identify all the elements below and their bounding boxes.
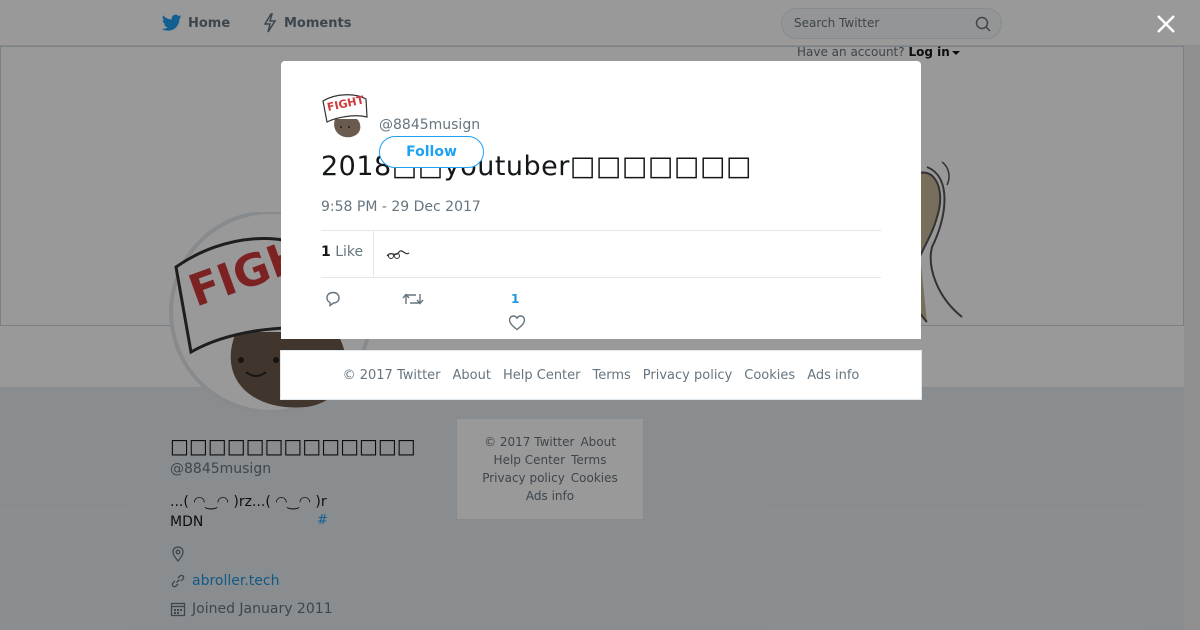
footer-about-link[interactable]: About: [453, 368, 491, 383]
modal-footer: © 2017 Twitter About Help Center Terms P…: [280, 350, 922, 400]
tweet-author-avatar[interactable]: FIGHT: [321, 91, 369, 139]
like-action-count: 1: [511, 292, 520, 306]
follow-button[interactable]: Follow: [379, 136, 484, 168]
liker-avatar[interactable]: [385, 244, 411, 264]
footer-terms-link[interactable]: Terms: [593, 368, 631, 383]
likes-count: 1: [321, 244, 331, 260]
tweet-timestamp[interactable]: 9:58 PM - 29 Dec 2017: [321, 199, 481, 215]
heart-icon[interactable]: [508, 314, 526, 332]
footer-copyright: © 2017 Twitter: [342, 367, 441, 383]
reply-icon[interactable]: [324, 290, 342, 308]
stats-divider: [373, 231, 374, 277]
footer-privacy-link[interactable]: Privacy policy: [643, 368, 732, 383]
retweet-icon[interactable]: [402, 290, 424, 308]
likes-stat[interactable]: 1 Like: [321, 244, 363, 260]
likes-label: Like: [335, 244, 364, 260]
footer-cookies-link[interactable]: Cookies: [744, 368, 795, 383]
footer-ads-link[interactable]: Ads info: [807, 368, 859, 383]
tweet-stats: 1 Like: [321, 230, 881, 278]
close-icon[interactable]: [1153, 11, 1179, 37]
footer-help-link[interactable]: Help Center: [503, 368, 581, 383]
tweet-author-handle[interactable]: @8845musign: [379, 117, 480, 133]
tweet-permalink-modal: FIGHT @8845musign 2018□□youtuber□□□□□□□ …: [281, 61, 921, 339]
